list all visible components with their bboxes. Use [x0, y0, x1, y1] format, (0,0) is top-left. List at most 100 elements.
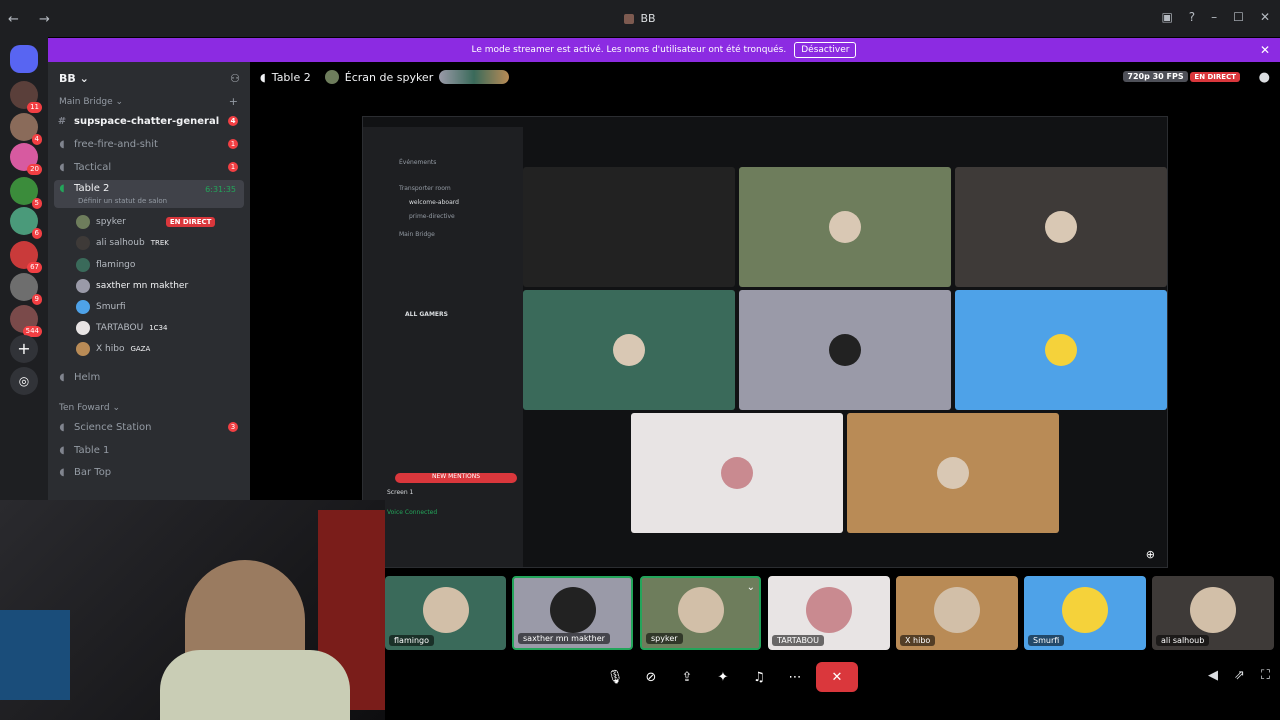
live-badge: EN DIRECT [1190, 72, 1240, 82]
explore-icon[interactable]: ◎ [10, 367, 38, 395]
zoom-icon[interactable]: ⊕ [1146, 548, 1155, 561]
add-server-icon[interactable]: + [10, 335, 38, 363]
voice-user[interactable]: ali salhoub TREK [76, 234, 169, 252]
close-window-icon[interactable]: ✕ [1260, 10, 1270, 24]
maximize-icon[interactable]: ☐ [1233, 10, 1244, 24]
discord-home-icon[interactable] [10, 45, 38, 73]
video-tile[interactable] [631, 413, 843, 533]
voice-user[interactable]: spyker EN DIRECT [76, 213, 216, 231]
channel-status[interactable]: Définir un statut de salon [78, 197, 167, 205]
participant-tile[interactable]: TARTABOU [768, 576, 890, 650]
activities-icon[interactable]: ✦ [708, 662, 738, 692]
webcam-overlay: spyker [0, 500, 385, 720]
guild-icon[interactable]: 544 [10, 305, 42, 337]
video-tile[interactable] [523, 290, 735, 410]
avatar [829, 211, 861, 243]
channel-helm[interactable]: ◖ Helm [54, 367, 244, 387]
help-icon[interactable]: ? [1189, 10, 1195, 24]
live-badge: EN DIRECT [165, 217, 216, 227]
leave-call-button[interactable]: ✕ [816, 662, 858, 692]
background-monitor [0, 610, 70, 700]
voice-channel-icon: ◖ [59, 138, 65, 150]
guild-icon[interactable]: 67 [10, 241, 42, 273]
camera-off-icon[interactable]: ⊘ [636, 662, 666, 692]
screenshare-view[interactable]: Événements Transporter room welcome-aboa… [362, 116, 1168, 568]
title-bar: ← → BB ▣ ? – ☐ ✕ [0, 0, 1280, 37]
avatar [829, 334, 861, 366]
chat-icon[interactable]: ● [1259, 70, 1270, 85]
guild-icon[interactable]: 11 [10, 81, 42, 113]
voice-user[interactable]: saxther mn makther [76, 277, 188, 295]
chevron-down-icon[interactable]: ⌄ [747, 582, 755, 593]
avatar [1190, 587, 1236, 633]
server-name[interactable]: BB ⌄ [59, 72, 89, 85]
participant-tile[interactable]: flamingo [385, 576, 506, 650]
category-ten-foward[interactable]: Ten Foward ⌄ [59, 403, 120, 413]
video-tile[interactable] [847, 413, 1059, 533]
avatar [422, 587, 469, 633]
voice-user[interactable]: X hibo GAZA [76, 340, 150, 358]
voice-user[interactable]: TARTABOU 1C34 [76, 319, 167, 337]
add-channel-icon[interactable]: + [229, 95, 238, 108]
guild-icon[interactable]: 6 [10, 207, 42, 239]
call-channel-name: Table 2 [271, 70, 311, 84]
popout-icon[interactable]: ⇗ [1234, 668, 1245, 683]
avatar [76, 300, 90, 314]
streamer-hoodie [160, 650, 350, 720]
volume-icon[interactable]: ◀ [1208, 668, 1218, 683]
channel-table-2[interactable]: ◖ Table 2 6:31:35 Définir un statut de s… [54, 180, 244, 208]
participant-tile[interactable]: saxther mn makther [512, 576, 633, 650]
participant-tile[interactable]: ali salhoub [1152, 576, 1274, 650]
microphone-icon[interactable]: 🎙 [600, 662, 630, 692]
inbox-icon[interactable]: ▣ [1161, 10, 1172, 24]
guild-icon[interactable]: 5 [10, 177, 42, 209]
channel-free-fire[interactable]: ◖ free-fire-and-shit 1 [54, 134, 244, 154]
channel-supspace[interactable]: # supspace-chatter-general 4 [54, 111, 244, 131]
channel-table-1[interactable]: ◖ Table 1 [54, 440, 244, 460]
avatar [806, 587, 852, 633]
disable-streamer-button[interactable]: Désactiver [794, 42, 857, 58]
avatar [324, 70, 339, 84]
nested-screenshare-tile[interactable] [523, 167, 735, 287]
video-tile[interactable] [739, 167, 951, 287]
voice-user[interactable]: Smurfi [76, 298, 126, 316]
stream-quality: 720p 30 FPS EN DIRECT [1123, 71, 1240, 82]
voice-channel-icon: ◖ [59, 161, 65, 173]
video-tile[interactable] [955, 290, 1167, 410]
video-tile[interactable] [739, 290, 951, 410]
fullscreen-icon[interactable]: ⛶ [1261, 668, 1270, 683]
avatar [677, 587, 724, 633]
channel-tactical[interactable]: ◖ Tactical 1 [54, 157, 244, 177]
avatar [934, 587, 980, 633]
soundboard-icon[interactable]: ♫ [744, 662, 774, 692]
voice-channel-icon: ◖ [59, 466, 65, 478]
avatar [76, 321, 90, 335]
guild-icon[interactable]: 20 [10, 143, 42, 175]
call-timer: 6:31:35 [205, 185, 236, 194]
voice-user[interactable]: flamingo [76, 256, 135, 274]
participant-tile[interactable]: Smurfi [1024, 576, 1146, 650]
minimize-icon[interactable]: – [1211, 10, 1217, 24]
close-icon[interactable]: ✕ [1260, 43, 1270, 57]
channel-science-station[interactable]: ◖ Science Station 3 [54, 417, 244, 437]
voice-channel-icon: ◖ [260, 70, 266, 84]
channel-bar-top[interactable]: ◖ Bar Top [54, 462, 244, 482]
avatar [549, 587, 596, 633]
guild-icon[interactable]: 9 [10, 273, 42, 305]
video-tile[interactable] [955, 167, 1167, 287]
call-header: ◖ Table 2 Écran de spyker [260, 70, 510, 84]
voice-channel-icon: ◖ [59, 371, 65, 383]
avatar [76, 342, 90, 356]
category-main-bridge[interactable]: Main Bridge ⌄ [59, 97, 123, 107]
participant-tile[interactable]: spyker ⌄ [640, 576, 761, 650]
guild-icon[interactable]: 4 [10, 113, 42, 145]
participant-tile[interactable]: X hibo [896, 576, 1018, 650]
screenshare-icon[interactable]: ⇪ [672, 662, 702, 692]
participant-avatars[interactable] [439, 70, 510, 84]
voice-channel-icon: ◖ [59, 421, 65, 433]
add-friend-icon[interactable]: ⚇ [230, 72, 240, 85]
avatar [1062, 587, 1108, 633]
avatar [76, 258, 90, 272]
more-icon[interactable]: ⋯ [780, 662, 810, 692]
streamer-mode-banner: Le mode streamer est activé. Les noms d'… [48, 38, 1280, 62]
